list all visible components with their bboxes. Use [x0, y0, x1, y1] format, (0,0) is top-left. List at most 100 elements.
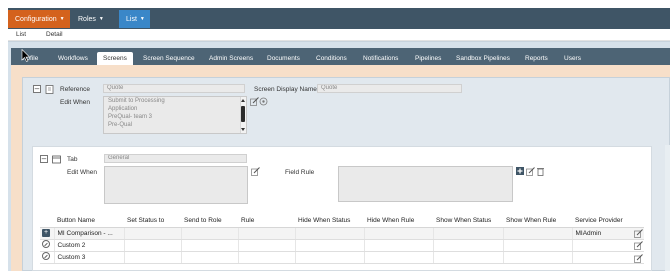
row-action-cell[interactable] — [40, 251, 54, 264]
collapse-screen-icon[interactable]: – — [33, 85, 41, 93]
empty-cell — [294, 227, 364, 240]
edit-when-option[interactable]: Submit to Processing — [104, 97, 246, 105]
table-row[interactable]: + MI Comparison - ... MIAdmin — [40, 227, 644, 240]
empty-cell — [502, 227, 572, 240]
tab-notifications[interactable]: Notifications — [363, 52, 398, 65]
roles-label: Roles — [78, 16, 96, 23]
edit-when-option[interactable]: PreQual- team 3 — [104, 113, 246, 121]
list-label: List — [126, 16, 137, 23]
table-row[interactable]: Custom 2 — [40, 239, 644, 252]
button-name-cell[interactable]: Custom 3 — [53, 251, 124, 264]
column-header[interactable]: Button Name — [54, 214, 124, 228]
disabled-icon[interactable] — [42, 240, 50, 248]
edit-icon[interactable] — [250, 97, 259, 106]
buttons-table: Button Name Set Status to Send to Role R… — [40, 214, 644, 264]
empty-cell — [123, 227, 181, 240]
screen: Configuration ▼ Roles ▼ List ▼ List Detail … — [0, 0, 670, 271]
edit-when-listbox[interactable]: Submit to Processing Application PreQual… — [103, 96, 247, 134]
tab-edit-when-listbox[interactable] — [104, 166, 248, 204]
empty-cell — [123, 251, 181, 264]
empty-cell — [237, 227, 295, 240]
button-name-cell[interactable]: Custom 2 — [53, 239, 124, 252]
scroll-thumb[interactable] — [241, 106, 245, 122]
empty-cell — [237, 251, 295, 264]
mouse-cursor-icon — [21, 49, 31, 62]
tab-reports[interactable]: Reports — [525, 52, 548, 65]
list-menu[interactable]: List ▼ — [119, 10, 150, 28]
edit-icon[interactable] — [634, 254, 643, 263]
field-rule-listbox[interactable] — [338, 166, 513, 202]
empty-cell — [294, 251, 364, 264]
empty-cell — [123, 239, 181, 252]
row-action-cell[interactable] — [40, 239, 54, 252]
empty-cell — [294, 239, 364, 252]
tab-name-input[interactable]: General — [104, 154, 247, 163]
screen-page-icon — [45, 85, 54, 94]
column-header[interactable]: Hide When Rule — [364, 214, 433, 228]
edit-icon[interactable] — [634, 229, 643, 238]
edit-icon[interactable] — [526, 167, 535, 176]
tab-sandbox-pipelines[interactable]: Sandbox Pipelines — [456, 52, 510, 65]
empty-cell — [502, 251, 572, 264]
column-header[interactable]: Show When Rule — [503, 214, 572, 228]
subnav-list-link[interactable]: List — [16, 31, 26, 38]
tab-screens[interactable]: Screens — [97, 52, 133, 65]
service-provider-value: MIAdmin — [575, 229, 602, 237]
chevron-down-icon: ▼ — [98, 16, 104, 22]
empty-cell — [180, 239, 238, 252]
tab-conditions[interactable]: Conditions — [316, 52, 347, 65]
empty-cell — [237, 239, 295, 252]
edit-when-option[interactable]: Pre-Qual — [104, 121, 246, 129]
tab-users[interactable]: Users — [564, 52, 581, 65]
scroll-down-icon[interactable] — [241, 128, 245, 131]
column-header[interactable]: Show When Status — [433, 214, 503, 228]
column-header[interactable]: Hide When Status — [295, 214, 364, 228]
edit-icon[interactable] — [634, 241, 643, 250]
table-row[interactable]: Custom 3 — [40, 251, 644, 264]
top-navbar: Configuration ▼ Roles ▼ List ▼ — [8, 8, 670, 29]
add-icon[interactable] — [516, 167, 525, 176]
tab-screen-sequence[interactable]: Screen Sequence — [143, 52, 195, 65]
column-header[interactable]: Rule — [238, 214, 295, 228]
empty-cell — [363, 251, 433, 264]
column-header[interactable]: Set Status to — [124, 214, 181, 228]
empty-cell — [363, 239, 433, 252]
settings-icon[interactable] — [259, 97, 268, 106]
tab-documents[interactable]: Documents — [267, 52, 300, 65]
reference-input[interactable]: Quote — [103, 84, 245, 93]
disabled-icon[interactable] — [42, 252, 50, 260]
empty-cell — [432, 251, 503, 264]
buttons-grid: Button Name Set Status to Send to Role R… — [40, 214, 644, 271]
edit-icon[interactable] — [251, 167, 260, 176]
configuration-menu[interactable]: Configuration ▼ — [8, 10, 70, 28]
row-action-cell[interactable]: + — [40, 227, 54, 240]
reference-label: Reference — [60, 86, 90, 93]
empty-cell — [363, 227, 433, 240]
empty-cell — [432, 227, 503, 240]
tab-label: Tab — [67, 156, 78, 163]
column-header[interactable]: Service Provider — [572, 214, 644, 228]
tab-admin-screens[interactable]: Admin Screens — [209, 52, 253, 65]
subnav-detail-link[interactable]: Detail — [46, 31, 63, 38]
tab-workflows[interactable]: Workflows — [58, 52, 88, 65]
empty-cell — [180, 227, 238, 240]
chevron-down-icon: ▼ — [139, 16, 145, 22]
tab-bar: ...ofile Workflows Screens Screen Sequen… — [11, 48, 670, 65]
expand-icon[interactable]: + — [42, 229, 50, 237]
sub-navbar: List Detail — [8, 29, 670, 41]
edit-when-option[interactable]: Application — [104, 105, 246, 113]
button-name-cell[interactable]: MI Comparison - ... — [53, 227, 124, 240]
collapse-tab-icon[interactable]: – — [40, 155, 48, 163]
listbox-scrollbar[interactable] — [240, 97, 246, 133]
roles-menu[interactable]: Roles ▼ — [71, 10, 116, 28]
scroll-up-icon[interactable] — [241, 99, 245, 102]
trash-icon[interactable] — [536, 167, 545, 176]
chevron-down-icon: ▼ — [59, 16, 65, 22]
page-scrollbar[interactable] — [665, 145, 670, 271]
tab-edit-when-label: Edit When — [67, 169, 97, 176]
column-header[interactable]: Send to Role — [181, 214, 238, 228]
tab-page-icon — [52, 155, 61, 164]
tab-pipelines[interactable]: Pipelines — [415, 52, 441, 65]
empty-cell — [502, 239, 572, 252]
screen-display-name-input[interactable]: Quote — [317, 84, 462, 93]
